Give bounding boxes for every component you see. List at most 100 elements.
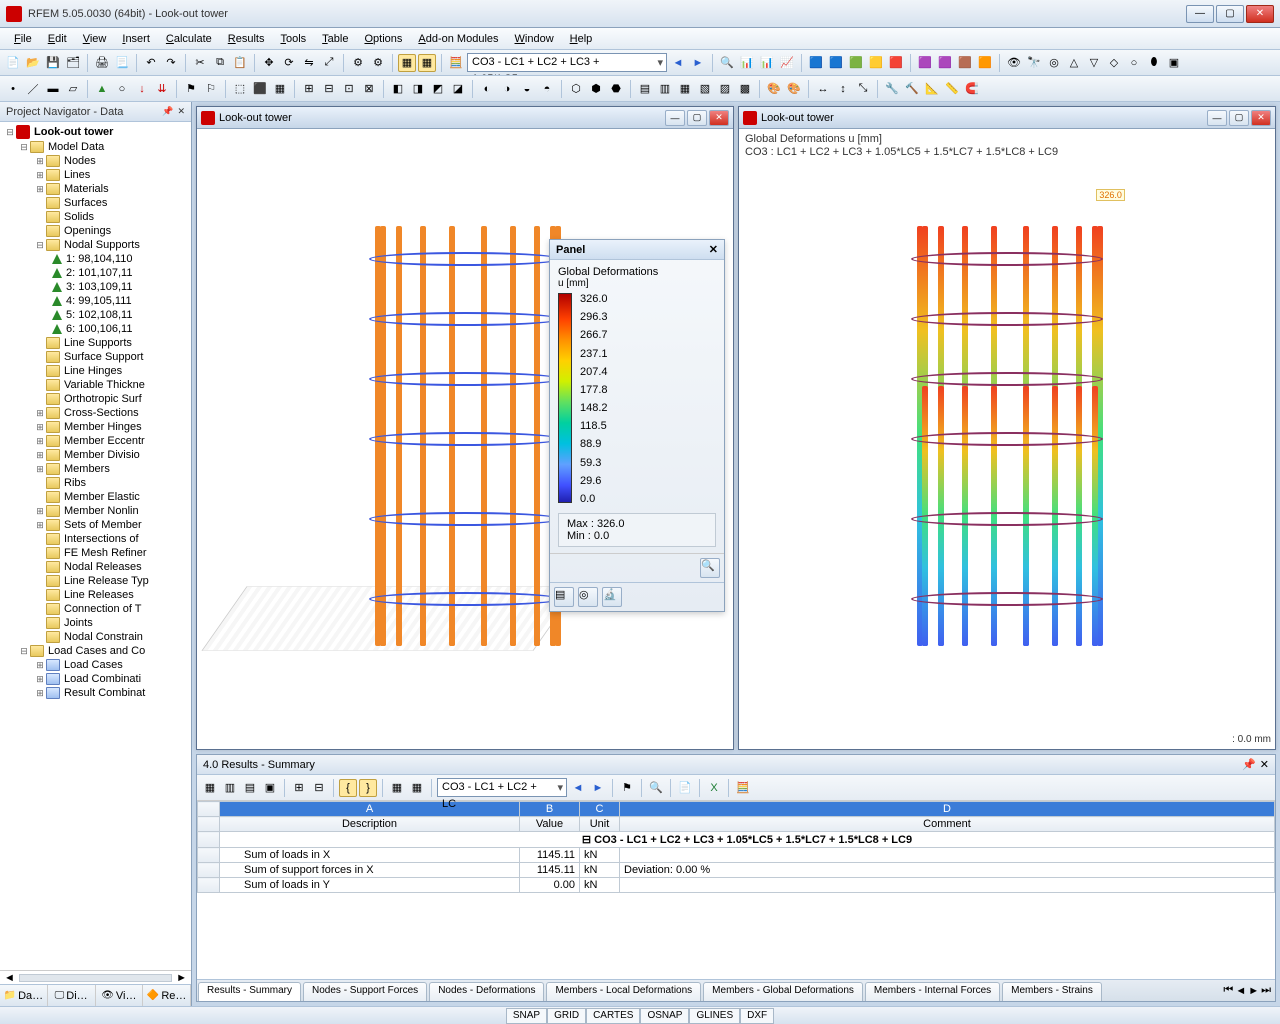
tool-icon[interactable]: ▽ <box>1085 54 1103 72</box>
results-nav-icon[interactable]: 🔍 <box>718 54 736 72</box>
close-icon[interactable]: ✕ <box>1260 758 1269 771</box>
scale-icon[interactable]: ⤢ <box>320 54 338 72</box>
col-B[interactable]: B <box>520 802 580 817</box>
tool-icon[interactable]: ⊠ <box>360 80 378 98</box>
load-icon[interactable]: ↓ <box>133 80 151 98</box>
tool-icon[interactable]: 🔍 <box>647 779 665 797</box>
tree-item[interactable]: Connection of T <box>0 602 191 616</box>
rotate-icon[interactable]: ⟳ <box>280 54 298 72</box>
status-dxf[interactable]: DXF <box>740 1008 774 1024</box>
tool-icon[interactable]: ⊟ <box>320 80 338 98</box>
minimize-button[interactable]: — <box>1207 110 1227 126</box>
close-button[interactable]: ✕ <box>709 110 729 126</box>
tree-item[interactable]: Variable Thickne <box>0 378 191 392</box>
menu-table[interactable]: Table <box>314 31 356 47</box>
tool-icon[interactable]: ▤ <box>636 80 654 98</box>
rtab-members-global[interactable]: Members - Global Deformations <box>703 982 863 1001</box>
tree-support[interactable]: 2: 101,107,11 <box>0 266 191 280</box>
tool-icon[interactable]: ⚙ <box>349 54 367 72</box>
tree-item[interactable]: FE Mesh Refiner <box>0 546 191 560</box>
tree-item[interactable]: ⊞Nodes <box>0 154 191 168</box>
module-icon[interactable]: 🟧 <box>976 54 994 72</box>
viewport-model[interactable]: Panel✕ Global Deformations u [mm] 326.02… <box>197 129 733 749</box>
tool-icon[interactable]: ⚐ <box>202 80 220 98</box>
select-icon[interactable]: ⬚ <box>231 80 249 98</box>
module-icon[interactable]: 🟩 <box>847 54 865 72</box>
excel-icon[interactable]: X <box>705 779 723 797</box>
tree-item[interactable]: ⊞Member Eccentr <box>0 434 191 448</box>
move-icon[interactable]: ✥ <box>260 54 278 72</box>
nav-tab-results[interactable]: 🔶Re… <box>143 985 191 1006</box>
col-A[interactable]: A <box>220 802 520 817</box>
results-grid[interactable]: A B C D Description Value Unit Comment ⊟… <box>197 801 1275 979</box>
calc-icon[interactable]: 🧮 <box>447 54 465 72</box>
tree-support[interactable]: 1: 98,104,110 <box>0 252 191 266</box>
tool-icon[interactable]: ◐ <box>478 80 496 98</box>
status-glines[interactable]: GLINES <box>689 1008 740 1024</box>
menu-calculate[interactable]: Calculate <box>158 31 220 47</box>
maximize-button[interactable]: ▢ <box>687 110 707 126</box>
tool-icon[interactable]: ▨ <box>716 80 734 98</box>
load-icon[interactable]: ⇊ <box>153 80 171 98</box>
new-icon[interactable]: 📄 <box>4 54 22 72</box>
tool-icon[interactable]: ⬡ <box>567 80 585 98</box>
save-icon[interactable]: 💾 <box>44 54 62 72</box>
col-D[interactable]: D <box>620 802 1275 817</box>
col-value[interactable]: Value <box>520 817 580 832</box>
table-icon[interactable]: ▦ <box>398 54 416 72</box>
module-icon[interactable]: 🟦 <box>807 54 825 72</box>
tree-item[interactable]: ⊞Load Combinati <box>0 672 191 686</box>
render-icon[interactable]: 🎨 <box>785 80 803 98</box>
hinge-icon[interactable]: ○ <box>113 80 131 98</box>
close-icon[interactable]: ✕ <box>709 243 718 256</box>
tree-item[interactable]: Solids <box>0 210 191 224</box>
tool-icon[interactable]: 🔨 <box>903 80 921 98</box>
table-btn[interactable]: ▦ <box>201 779 219 797</box>
tool-icon[interactable]: △ <box>1065 54 1083 72</box>
col-unit[interactable]: Unit <box>580 817 620 832</box>
tree-item[interactable]: ⊞Cross-Sections <box>0 406 191 420</box>
tool-icon[interactable]: ⬢ <box>587 80 605 98</box>
maximize-button[interactable]: ▢ <box>1229 110 1249 126</box>
tool-icon[interactable]: ○ <box>1125 54 1143 72</box>
status-osnap[interactable]: OSNAP <box>640 1008 689 1024</box>
tool-icon[interactable]: ⚑ <box>182 80 200 98</box>
menu-file[interactable]: File <box>6 31 40 47</box>
maximize-button[interactable]: ▢ <box>1216 5 1244 23</box>
table-btn[interactable]: ▥ <box>221 779 239 797</box>
tab-last-icon[interactable]: ⏭ <box>1261 984 1271 997</box>
tree-item[interactable]: ⊞Members <box>0 462 191 476</box>
tree-root[interactable]: ⊟Look-out tower <box>0 124 191 140</box>
tool-icon[interactable]: ⊞ <box>300 80 318 98</box>
rtab-summary[interactable]: Results - Summary <box>198 982 301 1001</box>
next-icon[interactable]: ► <box>689 54 707 72</box>
tree-modeldata[interactable]: ⊟Model Data <box>0 140 191 154</box>
table-btn[interactable]: ▦ <box>408 779 426 797</box>
tool-icon[interactable]: ▦ <box>676 80 694 98</box>
tab-next-icon[interactable]: ► <box>1248 985 1259 997</box>
menu-view[interactable]: View <box>75 31 115 47</box>
render-icon[interactable]: 🎨 <box>765 80 783 98</box>
print-icon[interactable]: 🖨 <box>93 54 111 72</box>
minimize-button[interactable]: — <box>1186 5 1214 23</box>
tree-item[interactable]: Orthotropic Surf <box>0 392 191 406</box>
redo-icon[interactable]: ↷ <box>162 54 180 72</box>
tree-support[interactable]: 3: 103,109,11 <box>0 280 191 294</box>
tree-item[interactable]: Joints <box>0 616 191 630</box>
table-btn[interactable]: ⊞ <box>290 779 308 797</box>
tool-icon[interactable]: ▧ <box>696 80 714 98</box>
tree-item[interactable]: ⊞Member Divisio <box>0 448 191 462</box>
pin-icon[interactable]: 📌 <box>162 106 173 117</box>
tool-icon[interactable]: 🧲 <box>963 80 981 98</box>
loadcase-combo[interactable]: CO3 - LC1 + LC2 + LC3 + 1.05*LC5 + <box>467 53 667 72</box>
tree-item[interactable]: Surface Support <box>0 350 191 364</box>
panel-btn-3[interactable]: 🔬 <box>602 587 622 607</box>
prev-icon[interactable]: ◄ <box>569 779 587 797</box>
member-icon[interactable]: ▬ <box>44 80 62 98</box>
tool-icon[interactable]: 📏 <box>943 80 961 98</box>
tree-support[interactable]: 4: 99,105,111 <box>0 294 191 308</box>
table-btn[interactable]: ⊟ <box>310 779 328 797</box>
module-icon[interactable]: 🟪 <box>916 54 934 72</box>
results-icon[interactable]: 📊 <box>738 54 756 72</box>
calc-icon[interactable]: 🧮 <box>734 779 752 797</box>
